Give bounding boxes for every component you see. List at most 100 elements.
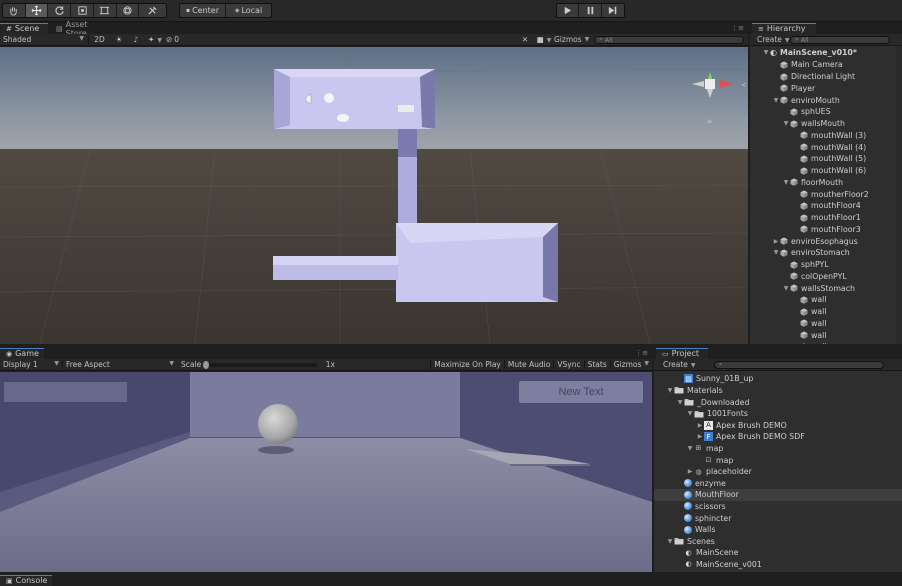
expand-triangle-icon[interactable]: ▼ [686, 445, 694, 452]
project-item[interactable]: ▨ Sunny_01B_up [654, 373, 902, 385]
project-item[interactable]: ▼ Scenes [654, 535, 902, 547]
expand-triangle-icon[interactable]: ▼ [782, 120, 790, 127]
scene-search-input[interactable]: ⌕ All [594, 35, 744, 44]
expand-triangle-icon[interactable]: ▶ [686, 468, 694, 475]
effects-dropdown-icon[interactable]: ✦ ▼ [144, 35, 166, 44]
project-item[interactable]: ▼ ⊞ map [654, 443, 902, 455]
hierarchy-search-input[interactable]: ⌕ All [790, 35, 890, 44]
project-item[interactable]: sphincter [654, 512, 902, 524]
hierarchy-item[interactable]: Directional Light [772, 71, 855, 83]
hierarchy-item[interactable]: ▼ wallsMouth [782, 118, 845, 130]
project-item[interactable]: ▶ ◍ placeholder [654, 466, 902, 478]
expand-triangle-icon[interactable]: ▼ [666, 387, 674, 394]
tools-icon[interactable]: ✕ [516, 35, 534, 44]
tab-scene[interactable]: # Scene [0, 23, 48, 34]
tab-asset-store[interactable]: ▤ Asset Store [50, 20, 116, 38]
hierarchy-item[interactable]: Main Camera [772, 59, 843, 71]
expand-triangle-icon[interactable]: ▼ [762, 49, 770, 56]
hierarchy-item[interactable]: ▶ enviroEsophagus [772, 235, 858, 247]
hierarchy-item[interactable]: Player [772, 83, 815, 95]
hierarchy-item[interactable]: mouthWall (5) [792, 153, 866, 165]
project-item[interactable]: ▼ Materials [654, 385, 902, 397]
panel-menu-icon[interactable]: ⋮≡ [731, 24, 744, 32]
gizmos-dropdown[interactable]: Gizmos ▼ [554, 35, 594, 44]
project-item[interactable]: ▶ F Apex Brush DEMO SDF [654, 431, 902, 443]
hierarchy-item[interactable]: colOpenPYL [782, 271, 847, 283]
rect-tool-icon[interactable] [94, 4, 117, 17]
camera-dropdown-icon[interactable]: ■ ▼ [534, 35, 554, 44]
hierarchy-item[interactable]: ▼ enviroStomach [772, 247, 850, 259]
scale-slider[interactable] [203, 360, 317, 369]
scene-root-row[interactable]: ▼ ◐ MainScene_v010* [762, 47, 857, 59]
project-item[interactable]: ⊡ map [654, 454, 902, 466]
hierarchy-item[interactable]: mouthWall (3) [792, 130, 866, 142]
stats-toggle[interactable]: Stats [583, 360, 610, 369]
hierarchy-item[interactable]: sphPYL [782, 259, 829, 271]
game-gizmos-dropdown[interactable]: Gizmos ▼ [609, 360, 652, 369]
panel-menu-icon[interactable]: ⋮≡ [635, 349, 648, 357]
tab-console[interactable]: ▣ Console [0, 575, 52, 586]
mode-2d-toggle[interactable]: 2D [88, 35, 110, 44]
rotate-tool-icon[interactable] [48, 4, 72, 17]
hierarchy-item[interactable]: mouthFloor3 [792, 224, 861, 236]
expand-triangle-icon[interactable]: ▼ [782, 285, 790, 292]
project-item[interactable]: scissors [654, 501, 902, 513]
hierarchy-item[interactable]: ▼ enviroMouth [772, 94, 840, 106]
hierarchy-item[interactable]: mouthWall (6) [792, 165, 866, 177]
play-button[interactable] [557, 4, 580, 17]
project-item[interactable]: Walls [654, 524, 902, 536]
project-search-input[interactable]: ⌕ [714, 360, 884, 369]
pivot-center-button[interactable]: ▪ Center [180, 4, 226, 17]
project-item[interactable]: ◐ MainScene [654, 547, 902, 559]
transform-tool-icon[interactable] [117, 4, 140, 17]
tab-project[interactable]: ▭ Project [656, 348, 708, 359]
project-item[interactable]: ◐ MainScene_v001 [654, 559, 902, 571]
expand-triangle-icon[interactable]: ▼ [676, 399, 684, 406]
hierarchy-item[interactable]: wall [792, 341, 827, 344]
project-create-dropdown[interactable]: Create ▼ [654, 360, 714, 369]
hidden-count-toggle[interactable]: ⊘ 0 [166, 35, 190, 44]
step-button[interactable] [602, 4, 624, 17]
project-item[interactable]: ▶ A Apex Brush DEMO [654, 419, 902, 431]
expand-triangle-icon[interactable]: ▶ [696, 433, 704, 440]
tab-game[interactable]: ◉ Game [0, 348, 44, 359]
hierarchy-item[interactable]: ▼ floorMouth [782, 177, 843, 189]
hierarchy-item[interactable]: moutherFloor2 [792, 188, 869, 200]
hierarchy-scrollbar[interactable] [896, 46, 902, 344]
hierarchy-create-dropdown[interactable]: Create ▼ [750, 35, 790, 44]
pause-button[interactable] [579, 4, 602, 17]
scale-slider-thumb[interactable] [203, 360, 209, 369]
hierarchy-item[interactable]: wall [792, 294, 827, 306]
move-tool-icon[interactable] [25, 4, 49, 17]
space-local-button[interactable]: ◈ Local [226, 4, 271, 17]
game-viewport[interactable]: New Text [0, 372, 652, 572]
project-item[interactable]: enzyme [654, 477, 902, 489]
expand-triangle-icon[interactable]: ▶ [772, 238, 780, 245]
lighting-toggle-icon[interactable]: ☀ [110, 35, 128, 44]
expand-triangle-icon[interactable]: ▶ [696, 422, 704, 429]
custom-tool-icon[interactable] [139, 4, 166, 17]
hierarchy-item[interactable]: wall [792, 306, 827, 318]
hierarchy-item[interactable]: ▼ wallsStomach [782, 282, 855, 294]
hierarchy-item[interactable]: sphUES [782, 106, 831, 118]
expand-triangle-icon[interactable]: ▼ [686, 410, 694, 417]
hierarchy-item[interactable]: mouthFloor1 [792, 212, 861, 224]
project-item[interactable]: ▼ 1001Fonts [654, 408, 902, 420]
display-dropdown[interactable]: Display 1 ▼ [0, 360, 62, 369]
scale-tool-icon[interactable] [71, 4, 94, 17]
hierarchy-item[interactable]: mouthFloor4 [792, 200, 861, 212]
expand-triangle-icon[interactable]: ▼ [772, 249, 780, 256]
shading-mode-dropdown[interactable]: Shaded ▼ [0, 35, 88, 44]
expand-triangle-icon[interactable]: ▼ [666, 538, 674, 545]
maximize-on-play-toggle[interactable]: Maximize On Play [430, 360, 504, 369]
expand-triangle-icon[interactable]: ▼ [772, 97, 780, 104]
hierarchy-item[interactable]: mouthWall (4) [792, 141, 866, 153]
scene-viewport[interactable]: < ≡ [0, 47, 748, 344]
aspect-dropdown[interactable]: Free Aspect ▼ [62, 360, 177, 369]
hierarchy-item[interactable]: wall [792, 318, 827, 330]
mute-audio-toggle[interactable]: Mute Audio [503, 360, 553, 369]
hand-tool-icon[interactable] [3, 4, 26, 17]
vsync-toggle[interactable]: VSync [553, 360, 583, 369]
tab-hierarchy[interactable]: ≡ Hierarchy [752, 23, 816, 34]
audio-toggle-icon[interactable]: ♪ [128, 35, 144, 44]
